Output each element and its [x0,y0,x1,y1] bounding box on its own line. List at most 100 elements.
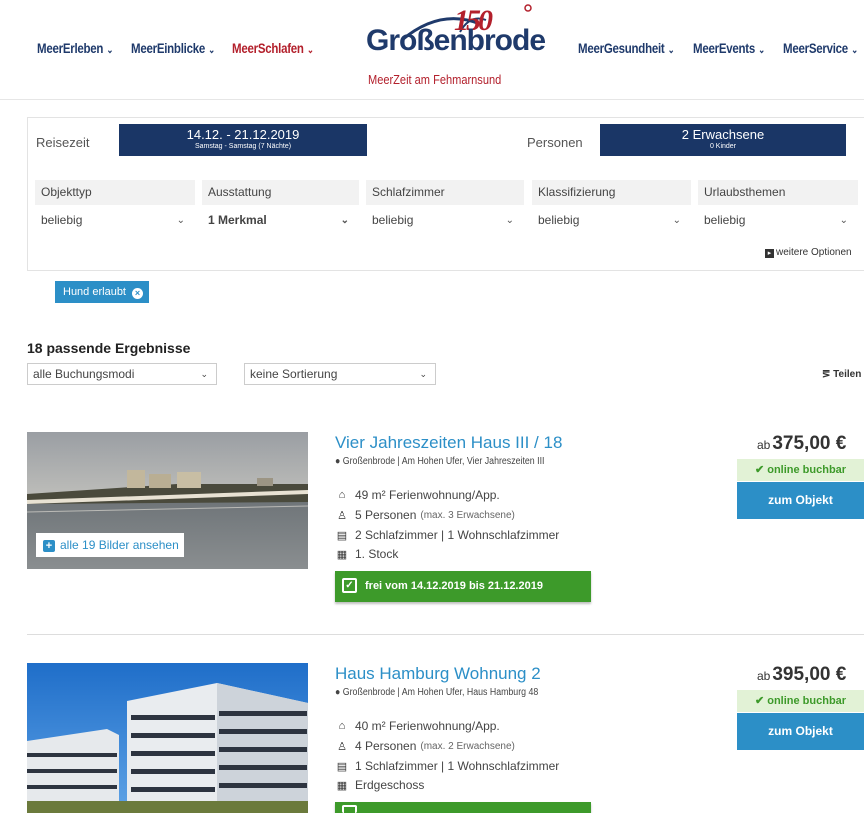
online-bookable-badge: ✔ online buchbar [737,690,864,712]
nav-item-meerschlafen[interactable]: MeerSchlafen ⌄ [232,40,314,56]
nav-label: MeerErleben [37,40,104,56]
rooms-text: 1 Schlafzimmer | 1 Wohnschlafzimmer [355,759,560,773]
filter-label-klassifizierung: Klassifizierung [532,180,691,205]
persons-sub: (max. 2 Erwachsene) [420,740,515,752]
chevron-down-icon: ⌄ [667,45,675,56]
persons-sub: 0 Kinder [709,143,737,150]
check-square-icon [342,805,357,813]
listing-floor: ▦ 1. Stock [335,547,399,561]
filter-select-ausstattung[interactable]: 1 Merkmal ⌄ [202,208,359,233]
nav-item-meereinblicke[interactable]: MeerEinblicke ⌄ [131,40,215,56]
persons-field[interactable]: 2 Erwachsene 0 Kinder [600,124,846,156]
chevron-down-icon: ⌄ [200,369,208,379]
date-range-field[interactable]: 14.12. - 21.12.2019 Samstag - Samstag (7… [119,124,367,156]
nav-item-meererleben[interactable]: MeerErleben ⌄ [37,40,113,56]
persons-text: 4 Personen [355,739,417,753]
close-icon[interactable]: × [132,288,143,299]
sorting-value: keine Sortierung [250,367,338,381]
active-filter-tag[interactable]: Hund erlaubt × [55,281,149,303]
listing-price: ab 375,00 € [757,433,846,455]
header-divider [0,99,864,100]
filter-select-objekttyp[interactable]: beliebig ⌄ [35,208,195,233]
filter-label-ausstattung: Ausstattung [202,180,359,205]
area-text: 40 m² Ferienwohnung/App. [355,719,500,733]
availability-text: frei vom 14.12.2019 bis 21.12.2019 [365,580,543,592]
floor-text: 1. Stock [355,547,399,561]
chevron-down-icon: ⌄ [672,215,681,226]
location-text: Großenbrode | Am Hohen Ufer, Vier Jahres… [342,456,545,467]
availability-bar[interactable]: ✓ frei vom 14.12.2019 bis 21.12.2019 [335,571,591,602]
filter-label-urlaubsthemen: Urlaubsthemen [698,180,858,205]
filter-value: 1 Merkmal [208,213,267,227]
nav-label: MeerGesundheit [578,40,665,56]
nav-item-meerservice[interactable]: MeerService ⌄ [783,40,858,56]
chevron-down-icon: ⌄ [505,215,514,226]
share-button[interactable]: ⪚ Teilen [822,369,861,380]
filter-select-klassifizierung[interactable]: beliebig ⌄ [532,208,691,233]
listing-persons: ♙ 5 Personen (max. 3 Erwachsene) [335,508,515,522]
home-icon: ⌂ [338,720,346,732]
area-text: 49 m² Ferienwohnung/App. [355,488,500,502]
listing-title[interactable]: Vier Jahreszeiten Haus III / 18 [335,433,562,453]
filter-select-schlafzimmer[interactable]: beliebig ⌄ [366,208,524,233]
listing-rooms: ▤ 1 Schlafzimmer | 1 Wohnschlafzimmer [335,759,560,773]
listing-rooms: ▤ 2 Schlafzimmer | 1 Wohnschlafzimmer [335,528,560,542]
price-value: 395,00 € [772,664,847,685]
booking-mode-select[interactable]: alle Buchungsmodi ⌄ [27,363,217,385]
reisezeit-label: Reisezeit [36,135,90,150]
share-label: Teilen [833,369,862,380]
booking-mode-value: alle Buchungsmodi [33,367,135,381]
filter-label-schlafzimmer: Schlafzimmer [366,180,524,205]
filter-label-objekttyp: Objekttyp [35,180,195,205]
price-value: 375,00 € [772,433,847,454]
chevron-down-icon: ⌄ [758,45,765,56]
more-options-link[interactable]: ▸ weitere Optionen [765,247,852,258]
bed-icon: ▤ [336,529,348,542]
filter-value: beliebig [538,213,580,227]
map-pin-icon: ● [335,456,341,467]
location-text: Großenbrode | Am Hohen Ufer, Haus Hambur… [342,687,539,698]
bed-icon: ▤ [336,760,348,773]
persons-value: 2 Erwachsene [681,127,765,142]
zum-objekt-button[interactable]: zum Objekt [737,713,864,750]
price-prefix: ab [757,438,771,452]
listing-photo[interactable] [27,663,308,813]
listing-location: ● Großenbrode | Am Hohen Ufer, Vier Jahr… [335,456,544,467]
nav-item-meergesundheit[interactable]: MeerGesundheit ⌄ [578,40,675,56]
sorting-select[interactable]: keine Sortierung ⌄ [244,363,436,385]
check-icon: ✔ [754,464,765,476]
nav-item-meerevents[interactable]: MeerEvents ⌄ [693,40,765,56]
personen-label: Personen [527,135,583,150]
person-icon: ♙ [337,740,347,753]
nav-label: MeerEinblicke [131,40,206,56]
listing-divider [27,634,864,635]
chevron-down-icon: ⌄ [419,369,427,379]
listing-area: ⌂ 40 m² Ferienwohnung/App. [335,719,500,733]
availability-bar[interactable] [335,802,591,813]
building-icon: ▦ [336,548,348,561]
listing-title[interactable]: Haus Hamburg Wohnung 2 [335,664,541,684]
building-icon: ▦ [336,779,348,792]
map-pin-icon: ● [335,687,341,698]
listing-location: ● Großenbrode | Am Hohen Ufer, Haus Hamb… [335,687,538,698]
person-icon: ♙ [337,509,347,522]
listing-persons: ♙ 4 Personen (max. 2 Erwachsene) [335,739,515,753]
gallery-label: alle 19 Bilder ansehen [60,538,179,552]
chevron-down-icon: ⌄ [851,45,858,56]
nav-label: MeerService [783,40,848,56]
online-bookable-badge: ✔ online buchbar [737,459,864,481]
gallery-button[interactable]: + alle 19 Bilder ansehen [36,533,184,557]
filter-value: beliebig [704,213,746,227]
zum-objekt-button[interactable]: zum Objekt [737,482,864,519]
filter-select-urlaubsthemen[interactable]: beliebig ⌄ [698,208,858,233]
plus-icon: + [43,540,55,552]
chevron-down-icon: ⌄ [839,215,848,226]
chevron-down-icon: ⌄ [106,45,114,56]
home-icon: ⌂ [338,489,346,501]
chevron-down-icon: ⌄ [340,215,349,226]
listing-price: ab 395,00 € [757,664,846,686]
persons-text: 5 Personen [355,508,417,522]
chevron-down-icon: ⌄ [208,45,215,56]
listing-area: ⌂ 49 m² Ferienwohnung/App. [335,488,500,502]
share-icon: ⪚ [822,369,831,380]
